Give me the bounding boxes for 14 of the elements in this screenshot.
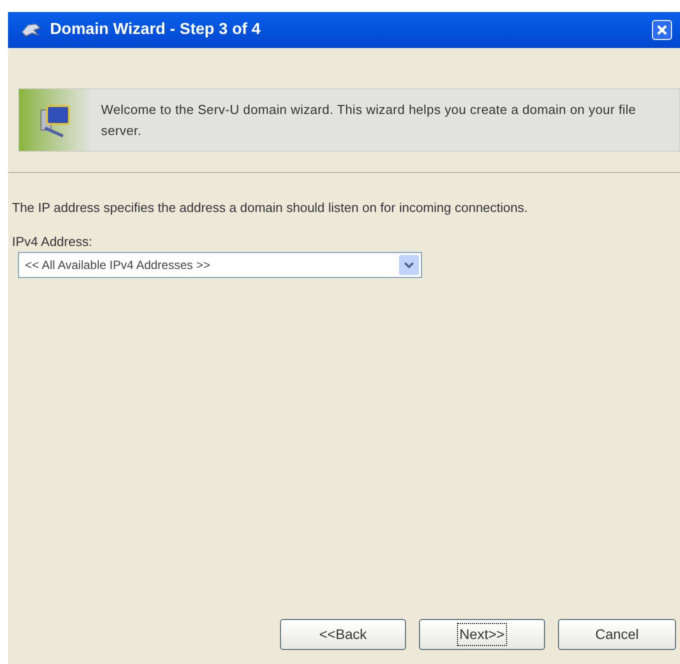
close-button[interactable] — [652, 20, 672, 40]
dropdown-arrow-button[interactable] — [399, 255, 419, 275]
window-title: Domain Wizard - Step 3 of 4 — [50, 20, 262, 40]
description-text: The IP address specifies the address a domain should listen on for incoming connections. — [12, 199, 529, 217]
welcome-text: Welcome to the Serv-U domain wizard. This wizard helps you create a domain on your file server. — [100, 101, 637, 140]
close-icon — [656, 24, 668, 36]
dropdown-value: << All Available IPv4 Addresses >> — [25, 257, 212, 274]
ipv4-label: IPv4 Address: — [12, 234, 92, 250]
wizard-icon — [20, 22, 42, 38]
chevron-down-icon — [404, 262, 414, 268]
ipv4-dropdown[interactable]: << All Available IPv4 Addresses >> — [18, 252, 422, 278]
wizard-button[interactable]: Cancel — [558, 619, 676, 650]
wizard-button[interactable]: <<Back — [280, 619, 406, 650]
wizard-button[interactable]: Next>> — [419, 619, 545, 650]
